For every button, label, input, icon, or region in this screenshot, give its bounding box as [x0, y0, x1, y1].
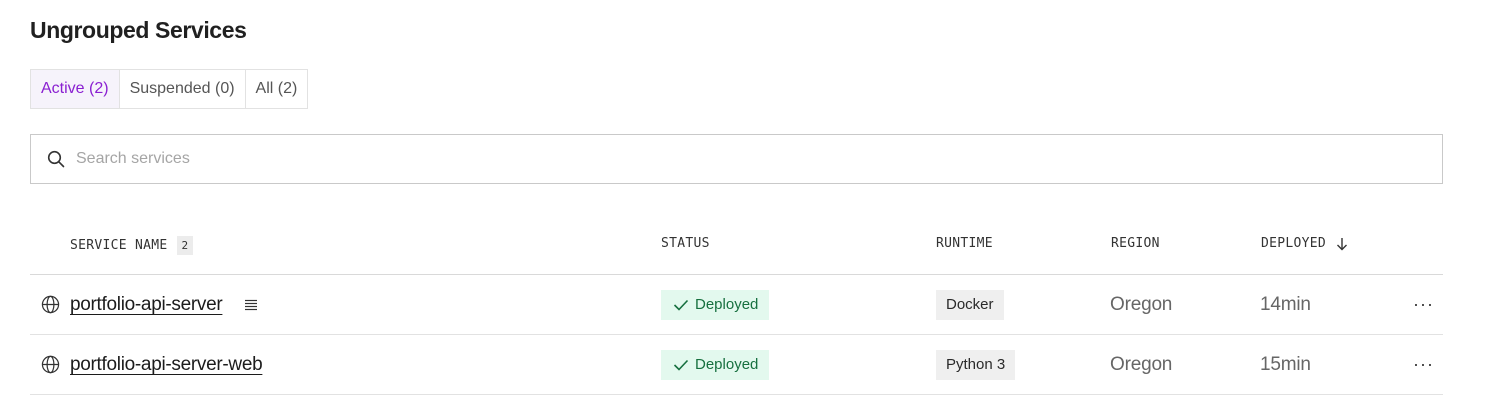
logs-icon[interactable] [244, 299, 258, 311]
globe-icon [40, 355, 60, 375]
runtime-badge: Python 3 [936, 349, 1016, 380]
column-label-status: STATUS [661, 236, 710, 251]
service-name-link[interactable]: portfolio-api-server-web [70, 354, 263, 376]
runtime-cell: Python 3 [936, 335, 1016, 394]
column-header-service-name[interactable]: SERVICE NAME 2 [70, 236, 194, 255]
globe-icon [40, 295, 60, 315]
deployed-value: 14min [1260, 293, 1311, 315]
column-label-deployed: DEPLOYED [1261, 236, 1327, 251]
check-icon [673, 359, 689, 371]
service-name-cell: portfolio-api-server [40, 275, 258, 334]
more-actions-icon[interactable]: ··· [1413, 354, 1434, 375]
status-label: Deployed [695, 356, 759, 373]
row-actions-cell: ··· [1413, 275, 1434, 334]
status-label: Deployed [695, 296, 759, 313]
tab-active[interactable]: Active (2) [31, 70, 120, 108]
region-value: Oregon [1110, 293, 1173, 315]
status-badge: Deployed [661, 289, 770, 320]
table-header: SERVICE NAME 2 STATUS RUNTIME REGION DEP… [30, 214, 1443, 275]
tab-suspended[interactable]: Suspended (0) [119, 70, 246, 108]
deployed-cell: 15min [1260, 335, 1311, 394]
deployed-value: 15min [1260, 353, 1311, 375]
arrow-down-icon[interactable] [1336, 237, 1348, 251]
column-header-deployed[interactable]: DEPLOYED [1261, 236, 1348, 251]
more-actions-icon[interactable]: ··· [1413, 294, 1434, 315]
status-cell: Deployed [661, 275, 770, 334]
search-input[interactable] [76, 150, 1376, 168]
table-row: portfolio-api-server-web Deployed Python… [30, 335, 1443, 395]
deployed-cell: 14min [1260, 275, 1311, 334]
column-label-region: REGION [1111, 236, 1160, 251]
column-label-service-name: SERVICE NAME [70, 238, 168, 253]
service-name-link[interactable]: portfolio-api-server [70, 294, 223, 316]
table-row: portfolio-api-server Deployed Docker Ore… [30, 275, 1443, 335]
search-box[interactable] [30, 134, 1443, 184]
column-label-runtime: RUNTIME [936, 236, 993, 251]
status-tabs: Active (2) Suspended (0) All (2) [30, 69, 309, 109]
tab-all[interactable]: All (2) [245, 70, 308, 108]
region-value: Oregon [1110, 353, 1173, 375]
status-cell: Deployed [661, 335, 770, 394]
region-cell: Oregon [1110, 275, 1172, 334]
runtime-badge: Docker [936, 289, 1004, 320]
region-cell: Oregon [1110, 335, 1172, 394]
search-icon [46, 149, 66, 169]
services-table: SERVICE NAME 2 STATUS RUNTIME REGION DEP… [30, 214, 1443, 395]
page-title: Ungrouped Services [30, 17, 247, 43]
column-header-runtime[interactable]: RUNTIME [936, 236, 993, 251]
column-header-status[interactable]: STATUS [661, 236, 710, 251]
status-badge: Deployed [661, 349, 770, 380]
runtime-cell: Docker [936, 275, 1004, 334]
row-actions-cell: ··· [1413, 335, 1434, 394]
column-header-region[interactable]: REGION [1111, 236, 1160, 251]
service-count-badge: 2 [176, 236, 194, 255]
service-name-cell: portfolio-api-server-web [40, 335, 263, 394]
check-icon [673, 299, 689, 311]
